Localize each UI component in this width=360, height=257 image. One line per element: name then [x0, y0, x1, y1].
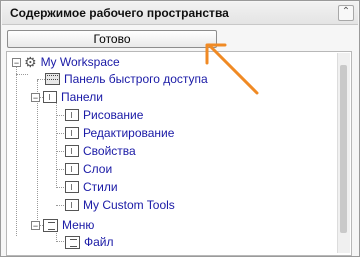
toolbar-icon: [65, 109, 79, 121]
tree-node-quick-access[interactable]: Панель быстрого доступа: [45, 71, 208, 87]
collapse-chevron-icon[interactable]: ⌃: [338, 5, 354, 21]
tree-node-toolbars[interactable]: − Панели: [31, 89, 103, 105]
toolbar-icon: [43, 91, 57, 103]
collapse-node-icon[interactable]: −: [12, 57, 21, 67]
tree-node-menu[interactable]: − Меню: [31, 217, 94, 233]
tree-node-label: Панели: [61, 90, 103, 104]
panel-title: Содержимое рабочего пространства: [10, 6, 229, 20]
menu-icon: [65, 235, 80, 249]
toolbar-icon: [65, 199, 79, 211]
menu-icon: [43, 218, 58, 232]
tree-node-label: Рисование: [83, 108, 144, 122]
tree-node-editing[interactable]: Редактирование: [65, 125, 174, 141]
toolbar-icon: [65, 163, 79, 175]
tree-node-label: Стили: [83, 180, 118, 194]
collapse-node-icon[interactable]: −: [31, 92, 40, 102]
vertical-scrollbar[interactable]: [337, 53, 350, 253]
toolbar-icon: [65, 127, 79, 139]
tree-node-custom-tools[interactable]: My Custom Tools: [65, 197, 175, 213]
workspace-tree[interactable]: − ⚙ My Workspace Панель быстрого доступа…: [6, 51, 352, 256]
tree-node-label: Меню: [62, 218, 95, 232]
tree-node-layers[interactable]: Слои: [65, 161, 112, 177]
done-button[interactable]: Готово: [7, 30, 217, 48]
tree-node-label: Слои: [83, 162, 113, 176]
tree-node-label: Файл: [84, 235, 114, 249]
tree-node-label: My Workspace: [40, 55, 120, 69]
gear-icon: ⚙: [24, 54, 37, 70]
tree-node-properties[interactable]: Свойства: [65, 143, 136, 159]
tree-node-styles[interactable]: Стили: [65, 179, 118, 195]
scrollbar-thumb[interactable]: [340, 65, 347, 233]
tree-node-label: Панель быстрого доступа: [64, 72, 208, 86]
tree-node-label: Свойства: [83, 144, 136, 158]
workspace-contents-panel: Содержимое рабочего пространства ⌃ Готов…: [0, 0, 360, 257]
annotation-arrow-icon: [205, 43, 259, 95]
quick-access-toolbar-icon: [45, 73, 60, 85]
tree-node-label: My Custom Tools: [83, 198, 175, 212]
toolbar-icon: [65, 181, 79, 193]
toolbar-icon: [65, 145, 79, 157]
collapse-node-icon[interactable]: −: [31, 220, 40, 230]
tree-node-root[interactable]: − ⚙ My Workspace: [12, 54, 120, 70]
panel-title-bar: Содержимое рабочего пространства ⌃: [2, 2, 358, 25]
tree-node-label: Редактирование: [83, 126, 175, 140]
tree-node-drawing[interactable]: Рисование: [65, 107, 143, 123]
tree-node-file[interactable]: Файл: [65, 234, 114, 250]
